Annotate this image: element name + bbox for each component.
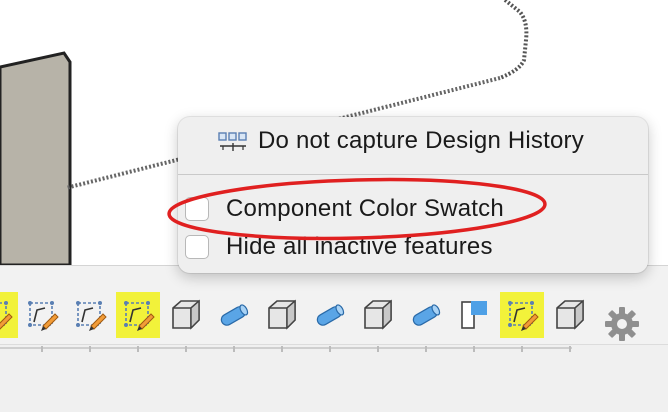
menu-item-label: Component Color Swatch: [226, 195, 504, 222]
component-color-swatch-checkbox[interactable]: [185, 197, 209, 221]
timeline-tick: [569, 346, 571, 352]
timeline-feature-sketch[interactable]: [20, 292, 64, 352]
body-icon: [553, 298, 587, 332]
sketch-icon: [505, 298, 539, 332]
menu-item-label: Hide all inactive features: [226, 233, 493, 260]
plane-icon: [457, 298, 491, 332]
timeline-feature-sketch[interactable]: [68, 292, 112, 352]
menu-item-do-not-capture-history[interactable]: Do not capture Design History: [178, 123, 648, 159]
timeline-tick: [521, 346, 523, 352]
timeline-context-menu: Do not capture Design History Component …: [178, 117, 648, 273]
timeline-feature-sketch[interactable]: [500, 292, 544, 352]
menu-divider: [178, 174, 648, 175]
sketch-icon: [73, 298, 107, 332]
design-history-icon: [218, 132, 247, 151]
pipe-icon: [217, 298, 251, 332]
timeline-tick: [233, 346, 235, 352]
body-icon: [265, 298, 299, 332]
timeline-feature-plane[interactable]: [452, 292, 496, 352]
body-icon: [361, 298, 395, 332]
timeline-tick: [329, 346, 331, 352]
model-panel-face: [0, 51, 72, 265]
timeline-feature-body[interactable]: [260, 292, 304, 352]
body-icon: [169, 298, 203, 332]
sketch-icon: [121, 298, 155, 332]
timeline-tick: [425, 346, 427, 352]
timeline-tick: [473, 346, 475, 352]
gear-icon[interactable]: [602, 304, 642, 344]
hide-inactive-features-checkbox[interactable]: [185, 235, 209, 259]
pipe-icon: [409, 298, 443, 332]
timeline-tick: [137, 346, 139, 352]
timeline-tick: [41, 346, 43, 352]
sketch-icon: [25, 298, 59, 332]
timeline-feature-body[interactable]: [548, 292, 592, 352]
menu-item-component-color-swatch[interactable]: Component Color Swatch: [178, 191, 648, 227]
timeline-panel: [0, 265, 668, 412]
sketch-icon: [0, 298, 13, 332]
timeline-tick: [377, 346, 379, 352]
timeline-tick: [185, 346, 187, 352]
menu-item-label: Do not capture Design History: [258, 127, 584, 154]
menu-item-hide-inactive-features[interactable]: Hide all inactive features: [178, 229, 648, 265]
timeline-feature-body[interactable]: [356, 292, 400, 352]
timeline-track: [0, 344, 668, 412]
timeline-tick: [89, 346, 91, 352]
timeline-feature-pipe[interactable]: [212, 292, 256, 352]
timeline-tick: [281, 346, 283, 352]
pipe-icon: [313, 298, 347, 332]
timeline-feature-pipe[interactable]: [404, 292, 448, 352]
timeline-feature-sketch[interactable]: [116, 292, 160, 352]
timeline-feature-sketch[interactable]: [0, 292, 18, 338]
pipe-path-upper: [499, 0, 529, 80]
timeline-track-line: [0, 347, 572, 349]
timeline-feature-pipe[interactable]: [308, 292, 352, 352]
timeline-feature-body[interactable]: [164, 292, 208, 352]
